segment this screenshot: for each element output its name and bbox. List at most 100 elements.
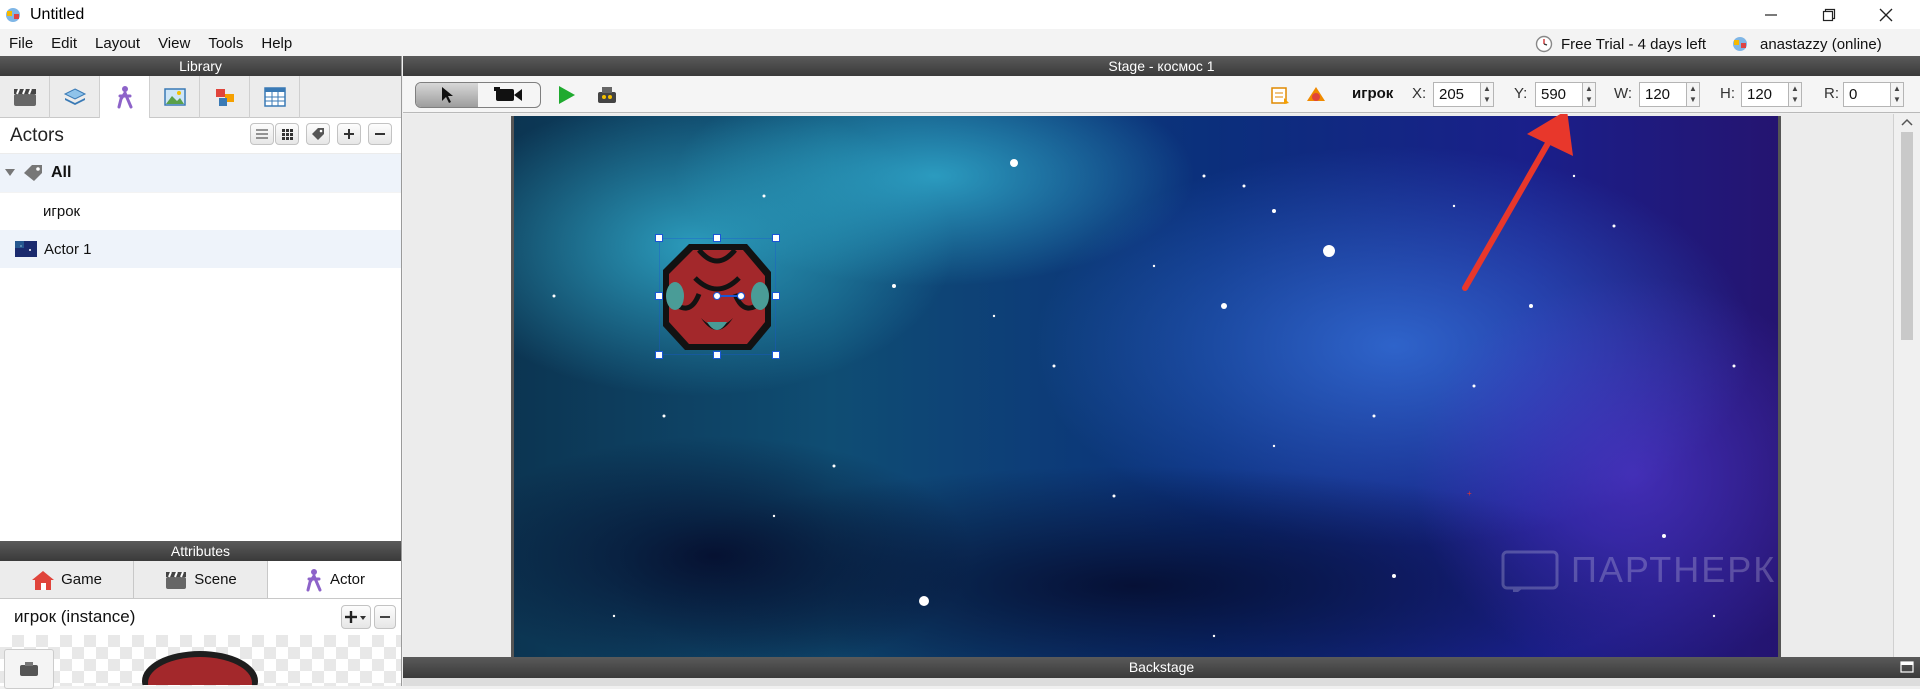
minus-icon [380, 616, 390, 618]
w-label: W: [1614, 85, 1633, 102]
user-logo-icon [1733, 37, 1747, 51]
list-view-icon [256, 129, 268, 139]
tree-item-actor-1[interactable]: Actor 1 [0, 230, 401, 268]
select-mode-button[interactable] [416, 83, 478, 107]
y-input[interactable]: 590 [1535, 82, 1583, 107]
expand-triangle-icon[interactable] [3, 165, 19, 181]
home-icon [32, 570, 55, 590]
clapper-icon [166, 571, 187, 589]
title-bar: Untitled [0, 0, 1920, 29]
grid-view-button[interactable] [275, 123, 299, 145]
menu-layout[interactable]: Layout [86, 29, 149, 59]
tab-actors[interactable] [100, 76, 150, 118]
actors-icon [117, 86, 132, 109]
h-spinner[interactable]: ▲ ▼ [1788, 82, 1802, 107]
svg-text:+: + [1467, 489, 1472, 498]
vertical-scrollbar[interactable] [1893, 114, 1920, 658]
x-spinner[interactable]: ▲ ▼ [1480, 82, 1494, 107]
actors-title: Actors [10, 124, 64, 146]
library-panel: Library Actors All игрок Actor 1 [0, 56, 402, 543]
tab-actor[interactable]: Actor [268, 561, 401, 598]
rotation-handle[interactable] [713, 292, 745, 300]
menu-edit[interactable]: Edit [42, 29, 86, 59]
menu-file[interactable]: File [0, 29, 42, 59]
y-spinner[interactable]: ▲ ▼ [1582, 82, 1596, 107]
tab-game[interactable]: Game [0, 561, 134, 598]
resize-handle-e[interactable] [772, 292, 780, 300]
r-spinner[interactable]: ▲ ▼ [1890, 82, 1904, 107]
scroll-up-arrow-icon[interactable] [1894, 114, 1920, 130]
x-label: X: [1412, 85, 1427, 102]
restore-icon [1822, 8, 1836, 21]
preview-camera-button[interactable] [4, 649, 54, 689]
resize-handle-ne[interactable] [772, 234, 780, 242]
menu-view[interactable]: View [149, 29, 199, 59]
selected-actor-name: игрок [1352, 85, 1394, 102]
tables-icon [263, 87, 286, 107]
watermark-text: ПАРТНЕРКИН [1571, 549, 1778, 590]
behaviors-icon [215, 89, 234, 106]
plus-icon [344, 129, 354, 139]
h-input[interactable]: 120 [1741, 82, 1789, 107]
stage-toolbar: игрок X: 205 ▲ ▼ Y: 590 ▲ ▼ W: 120 ▲ ▼ H: 1… [403, 76, 1920, 113]
play-button[interactable] [555, 84, 577, 106]
user-status[interactable]: anastazzy (online) [1730, 29, 1882, 59]
tab-game-label: Game [61, 571, 102, 588]
minimize-button[interactable] [1743, 0, 1799, 29]
backstage-tabs-strip [403, 678, 1920, 686]
w-spinner[interactable]: ▲ ▼ [1686, 82, 1700, 107]
trial-status[interactable]: Free Trial - 4 days left [1535, 29, 1706, 59]
stage-canvas[interactable]: + ПАРТНЕРК [403, 114, 1920, 658]
attributes-header: Attributes [0, 541, 401, 561]
camera-mode-button[interactable] [478, 83, 540, 107]
resize-handle-se[interactable] [772, 351, 780, 359]
tree-group-all[interactable]: All [0, 154, 401, 192]
menu-help[interactable]: Help [252, 29, 301, 59]
mode-toggle [415, 82, 541, 108]
resize-handle-n[interactable] [713, 234, 721, 242]
tab-behaviors[interactable] [200, 76, 250, 118]
tab-layers[interactable] [50, 76, 100, 118]
tree-item-player[interactable]: игрок [0, 192, 401, 230]
behavior-icon [1271, 87, 1289, 104]
scenes-icon [13, 88, 36, 106]
resize-handle-s[interactable] [713, 351, 721, 359]
close-button[interactable] [1858, 0, 1914, 29]
backstage-header: Backstage [403, 657, 1920, 678]
tab-scenes[interactable] [0, 76, 50, 118]
list-view-button[interactable] [250, 123, 274, 145]
x-input[interactable]: 205 [1433, 82, 1481, 107]
actor-icon [306, 568, 322, 591]
attributes-panel: Attributes Game Scene Actor игрок (insta… [0, 541, 402, 689]
w-input[interactable]: 120 [1639, 82, 1687, 107]
scroll-thumb[interactable] [1901, 132, 1913, 340]
actor-preview-sprite [142, 651, 258, 685]
menu-tools[interactable]: Tools [199, 29, 252, 59]
remove-attribute-button[interactable] [374, 605, 396, 629]
resize-handle-sw[interactable] [655, 351, 663, 359]
add-attribute-button[interactable] [341, 605, 371, 629]
resize-handle-w[interactable] [655, 292, 663, 300]
trial-text: Free Trial - 4 days left [1561, 35, 1707, 53]
remove-actor-button[interactable] [368, 123, 392, 145]
tab-images[interactable] [150, 76, 200, 118]
minus-icon [375, 133, 385, 135]
video-camera-icon [494, 87, 522, 101]
physics-icon [1307, 87, 1325, 101]
r-input[interactable]: 0 [1843, 82, 1891, 107]
restore-button[interactable] [1801, 0, 1857, 29]
resize-handle-nw[interactable] [655, 234, 663, 242]
tab-scene-label: Scene [194, 571, 237, 588]
tag-group-icon [24, 165, 42, 181]
annotation-arrow [1462, 114, 1573, 291]
tab-scene[interactable]: Scene [134, 561, 268, 598]
behavior-button[interactable] [1269, 84, 1291, 106]
tag-button[interactable] [306, 123, 330, 145]
physics-button[interactable] [1305, 84, 1327, 106]
add-actor-button[interactable] [337, 123, 361, 145]
expand-panel-icon[interactable] [1900, 661, 1914, 673]
attributes-tabs: Game Scene Actor [0, 561, 401, 599]
close-icon [1879, 8, 1893, 21]
tab-tables[interactable] [250, 76, 300, 118]
publish-button[interactable] [595, 84, 619, 106]
